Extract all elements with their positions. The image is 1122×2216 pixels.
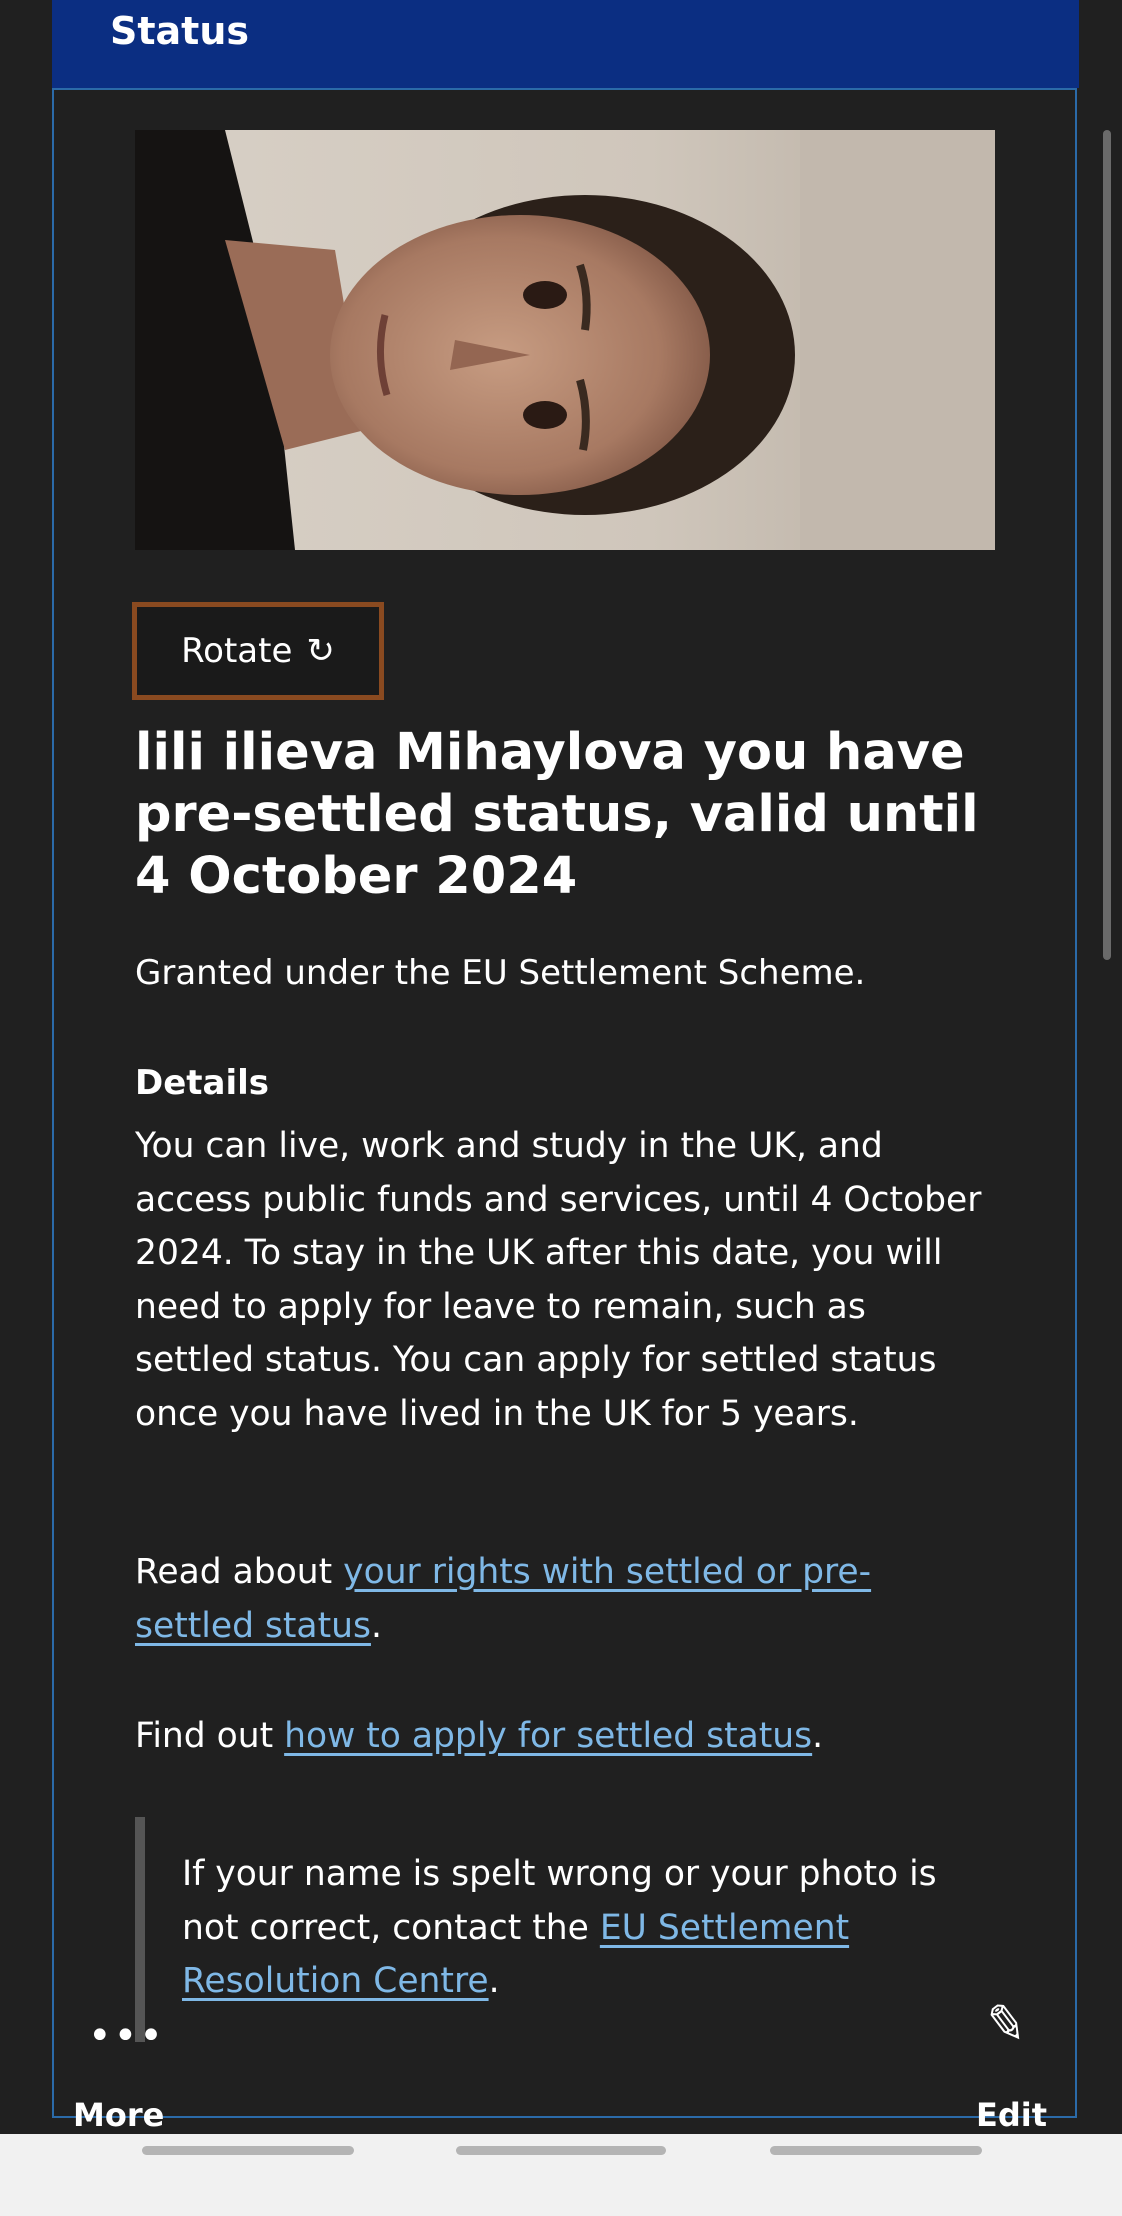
header-bar: Status xyxy=(52,0,1079,88)
profile-photo xyxy=(135,130,995,550)
rotate-label: Rotate xyxy=(181,631,293,671)
read-about-suffix: . xyxy=(370,1605,382,1646)
read-about-paragraph: Read about your rights with settled or p… xyxy=(135,1546,985,1653)
page: Status Rotate ↻ lili ilieva Mihaylova yo… xyxy=(0,0,1122,2216)
rotate-button[interactable]: Rotate ↻ xyxy=(132,602,384,700)
callout-suffix: . xyxy=(488,1961,500,2001)
nav-pill-left xyxy=(142,2146,354,2155)
scrollbar[interactable] xyxy=(1103,130,1111,960)
nav-pill-center xyxy=(456,2146,666,2155)
callout-border xyxy=(135,1817,145,2042)
status-heading: lili ilieva Mihaylova you have pre-settl… xyxy=(135,723,979,906)
edit-button[interactable]: Edit xyxy=(976,2096,1047,2134)
callout-text: If your name is spelt wrong or your phot… xyxy=(182,1848,982,2009)
rotate-icon: ↻ xyxy=(306,631,335,671)
page-title: Status xyxy=(110,9,250,53)
find-out-prefix: Find out xyxy=(135,1716,285,1756)
more-icon[interactable]: ••• xyxy=(88,2016,165,2056)
read-about-prefix: Read about xyxy=(135,1552,344,1592)
details-body: You can live, work and study in the UK, … xyxy=(135,1126,982,1434)
apply-link[interactable]: how to apply for settled status xyxy=(284,1716,812,1756)
pencil-icon[interactable]: ✎ xyxy=(981,1992,1031,2055)
find-out-suffix: . xyxy=(812,1716,824,1756)
system-navigation-area xyxy=(0,2134,1122,2216)
nav-pill-right xyxy=(770,2146,982,2155)
find-out-paragraph: Find out how to apply for settled status… xyxy=(135,1710,1015,1764)
details-heading: Details xyxy=(135,1063,270,1103)
granted-text: Granted under the EU Settlement Scheme. xyxy=(135,953,866,993)
more-button[interactable]: More xyxy=(73,2096,164,2134)
